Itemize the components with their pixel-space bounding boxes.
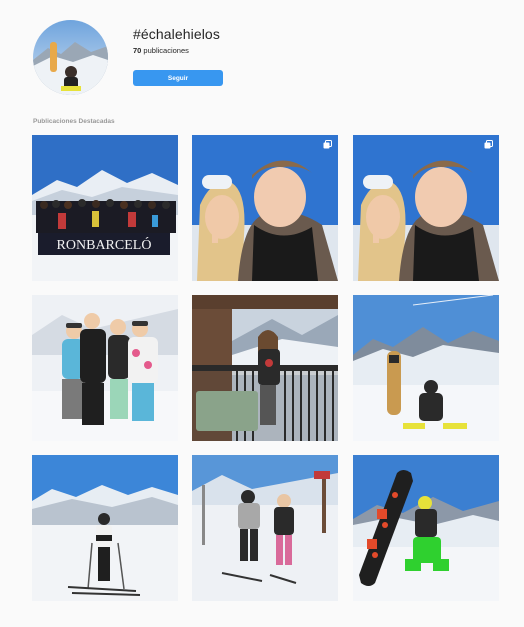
post-thumbnail[interactable]	[353, 135, 499, 281]
post-thumbnail[interactable]	[32, 455, 178, 601]
carousel-icon	[484, 140, 493, 149]
carousel-icon	[323, 140, 332, 149]
post-thumbnail[interactable]	[32, 295, 178, 441]
top-posts-heading: Publicaciones Destacadas	[33, 118, 115, 125]
post-thumbnail[interactable]	[353, 295, 499, 441]
post-count-label: publicaciones	[141, 46, 189, 55]
hashtag-avatar	[33, 20, 108, 95]
post-thumbnail[interactable]	[192, 295, 338, 441]
post-thumbnail[interactable]	[192, 455, 338, 601]
banner-text: RONBARCELÓ	[57, 236, 152, 253]
follow-button[interactable]: Seguir	[133, 70, 223, 86]
post-count: 70 publicaciones	[133, 46, 189, 55]
post-thumbnail[interactable]	[192, 135, 338, 281]
post-thumbnail[interactable]: RONBARCELÓ	[32, 135, 178, 281]
hashtag-title: #échalehielos	[133, 26, 220, 42]
post-thumbnail[interactable]	[353, 455, 499, 601]
